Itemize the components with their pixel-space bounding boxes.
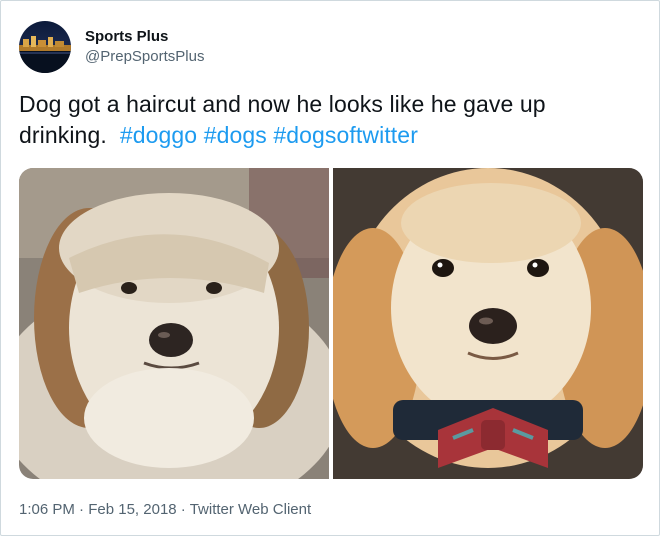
tweet-card: Sports Plus @PrepSportsPlus Dog got a ha… [0, 0, 660, 536]
hashtag-doggo[interactable]: #doggo [120, 122, 197, 148]
tweet-header: Sports Plus @PrepSportsPlus [19, 19, 204, 75]
tweet-text: Dog got a haircut and now he looks like … [19, 89, 639, 151]
tweet-timestamp[interactable]: 1:06 PM · Feb 15, 2018 [19, 501, 177, 518]
hashtag-dogsoftwitter[interactable]: #dogsoftwitter [273, 122, 418, 148]
meta-separator: · [180, 501, 186, 518]
hashtag-dogs[interactable]: #dogs [204, 122, 267, 148]
author-info: Sports Plus @PrepSportsPlus [85, 27, 204, 67]
tweet-date: Feb 15, 2018 [88, 501, 177, 518]
dog-after-haircut-photo[interactable] [333, 168, 643, 479]
tweet-client[interactable]: Twitter Web Client [190, 501, 311, 518]
author-handle[interactable]: @PrepSportsPlus [85, 47, 204, 67]
author-display-name[interactable]: Sports Plus [85, 27, 204, 47]
night-city-skyline-avatar-icon [19, 21, 71, 73]
avatar[interactable] [19, 21, 71, 73]
tweet-media [19, 168, 643, 479]
tweet-meta: 1:06 PM · Feb 15, 2018 · Twitter Web Cli… [19, 500, 311, 520]
dog-before-haircut-photo[interactable] [19, 168, 329, 479]
meta-separator: · [79, 501, 85, 518]
tweet-time: 1:06 PM [19, 501, 75, 518]
